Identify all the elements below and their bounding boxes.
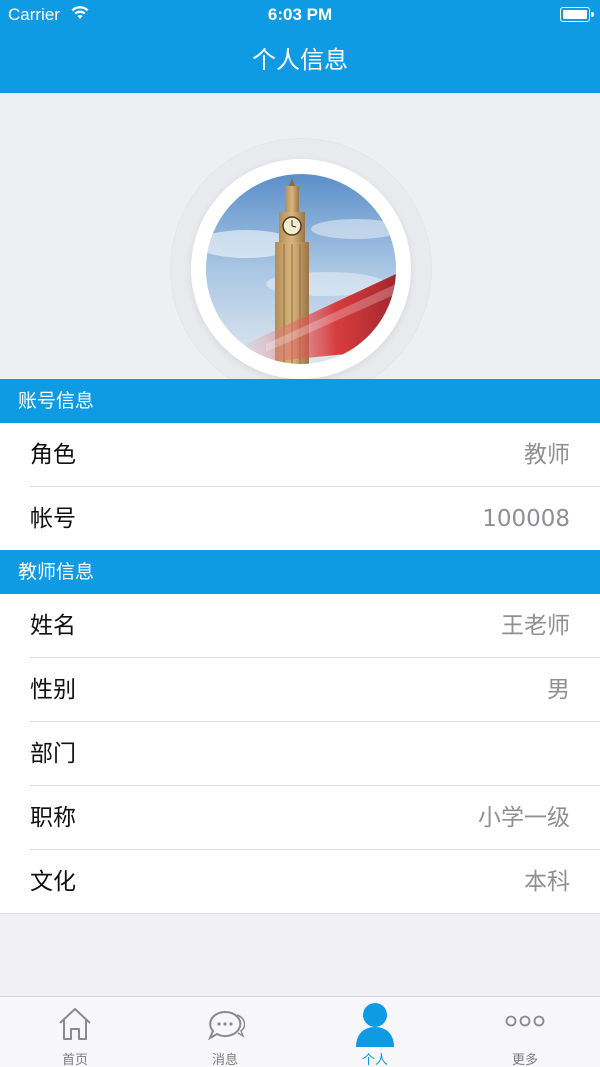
- avatar[interactable]: [206, 174, 396, 364]
- row-value: 本科: [524, 869, 570, 895]
- row-label: 职称: [30, 805, 76, 831]
- row-label: 角色: [30, 442, 76, 468]
- row-label: 姓名: [30, 613, 76, 639]
- row-department[interactable]: 部门: [0, 722, 600, 786]
- tab-more[interactable]: 更多: [450, 997, 600, 1067]
- row-role[interactable]: 角色 教师: [0, 423, 600, 487]
- row-value: 男: [547, 677, 570, 703]
- row-name[interactable]: 姓名 王老师: [0, 594, 600, 658]
- row-account[interactable]: 帐号 100008: [0, 487, 600, 551]
- row-title[interactable]: 职称 小学一级: [0, 786, 600, 850]
- tab-label: 个人: [361, 1053, 388, 1067]
- tab-label: 首页: [61, 1053, 88, 1067]
- home-icon: [56, 1005, 94, 1047]
- section-title: 教师信息: [18, 561, 95, 583]
- section-header-account: 账号信息: [0, 379, 600, 423]
- divider: [0, 913, 600, 914]
- status-bar: Carrier 6:03 PM: [0, 0, 600, 30]
- row-value: 小学一级: [478, 805, 570, 831]
- row-value: 100008: [482, 506, 570, 532]
- tab-label: 消息: [211, 1053, 238, 1067]
- row-label: 性别: [30, 677, 76, 703]
- chat-bubbles-icon: [205, 1005, 246, 1047]
- row-gender[interactable]: 性别 男: [0, 658, 600, 722]
- battery-icon: [560, 7, 594, 22]
- tab-messages[interactable]: 消息: [150, 997, 300, 1067]
- section-header-teacher: 教师信息: [0, 550, 600, 594]
- row-label: 帐号: [30, 506, 76, 532]
- row-label: 文化: [30, 869, 76, 895]
- tab-home[interactable]: 首页: [0, 997, 150, 1067]
- section-title: 账号信息: [18, 390, 95, 412]
- row-education[interactable]: 文化 本科: [0, 850, 600, 914]
- nav-bar: 个人信息: [0, 30, 600, 93]
- person-icon: [355, 1001, 395, 1051]
- row-value: 王老师: [501, 613, 570, 639]
- avatar-ring: [170, 138, 432, 379]
- tab-profile[interactable]: 个人: [300, 997, 450, 1067]
- row-label: 部门: [30, 741, 76, 767]
- more-dots-icon: [505, 1013, 545, 1032]
- tab-bar: 首页 消息 个人 更多: [0, 996, 600, 1067]
- tab-label: 更多: [511, 1053, 538, 1067]
- page-title: 个人信息: [252, 46, 348, 74]
- clock: 6:03 PM: [267, 5, 333, 24]
- row-value: 教师: [524, 442, 570, 468]
- profile-header: [0, 93, 600, 379]
